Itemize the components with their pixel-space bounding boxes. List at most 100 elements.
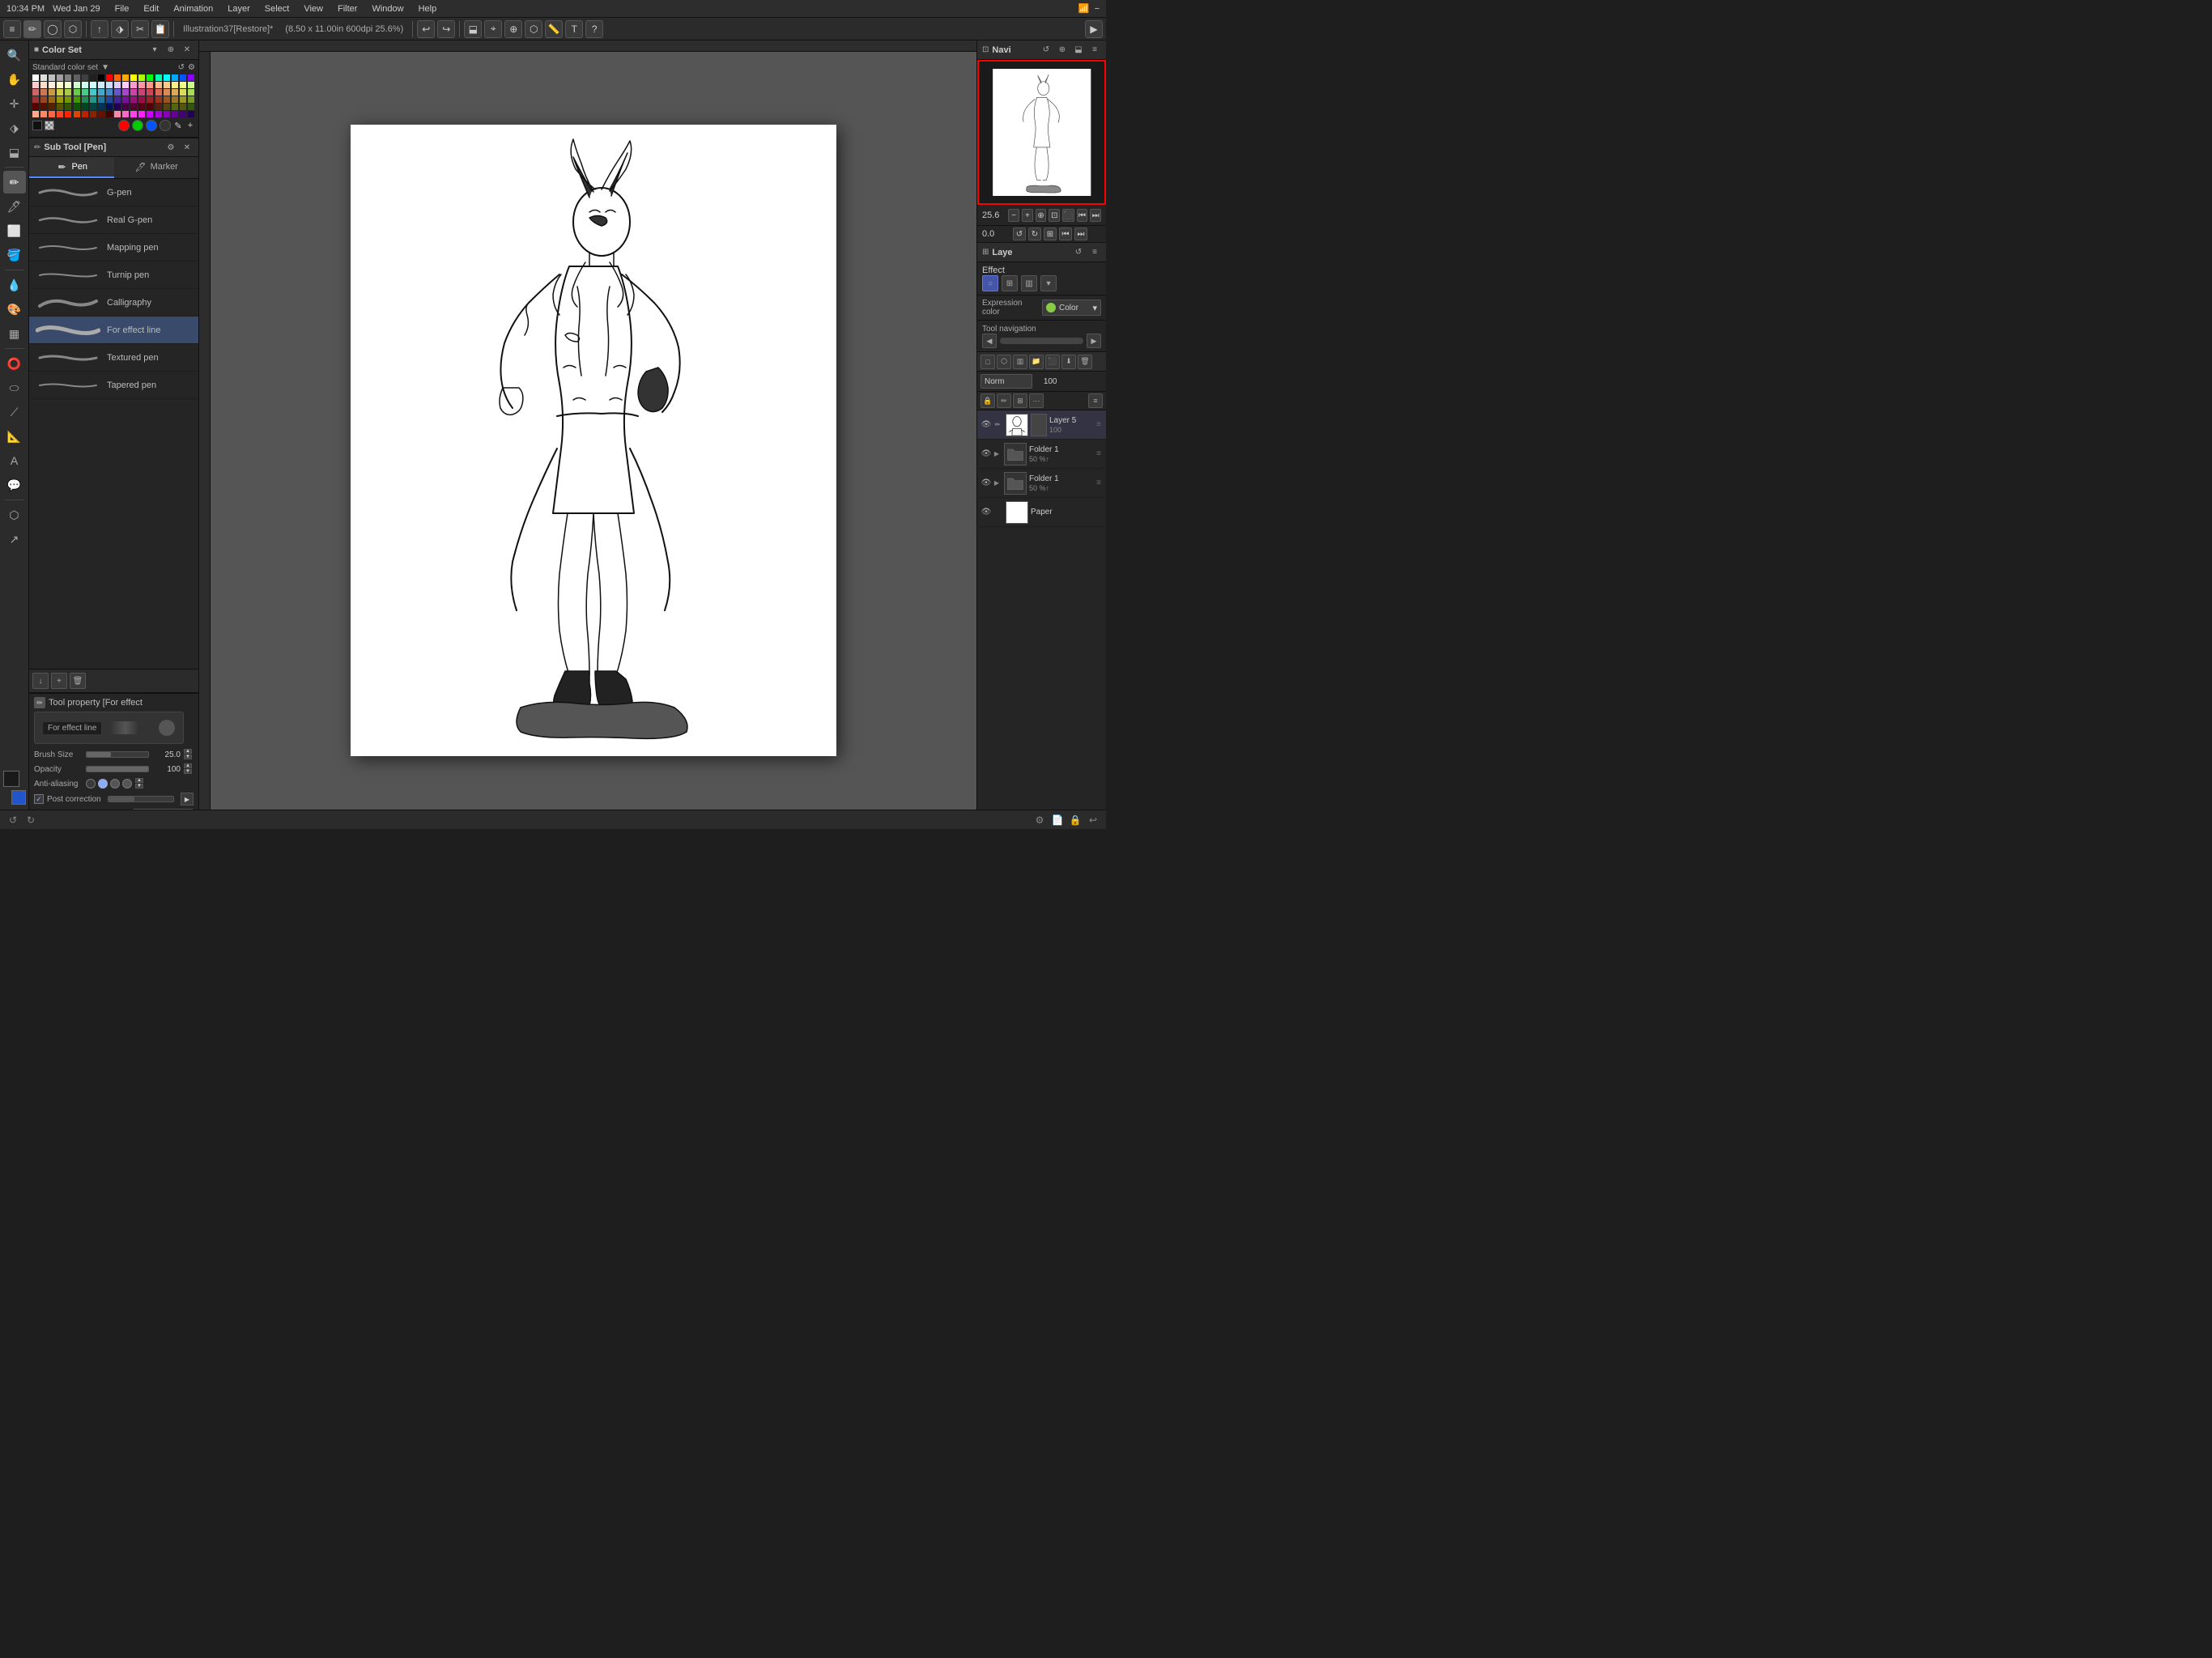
color-set-search-icon[interactable]: ⊕ [164, 44, 177, 57]
toolbar-panel-toggle[interactable]: ▶ [1085, 20, 1103, 38]
menu-edit[interactable]: Edit [137, 2, 165, 15]
color-swatch-78[interactable] [180, 96, 186, 103]
brush-item-turniphen[interactable]: Turnip pen [29, 261, 198, 289]
color-swatch-20[interactable] [32, 82, 39, 88]
color-swatch-68[interactable] [98, 96, 104, 103]
folder1b-opts[interactable]: ≡ [1095, 478, 1103, 489]
color-swatch-84[interactable] [65, 104, 71, 110]
tab-marker[interactable]: 🖊 Marker [114, 157, 199, 178]
palette-settings-icon[interactable]: ⚙ [188, 63, 195, 72]
color-swatch-81[interactable] [40, 104, 47, 110]
tool-arrow[interactable]: ↗ [3, 528, 26, 551]
zoom-next-btn[interactable]: ⏭ [1090, 209, 1101, 222]
toolbar-help-btn[interactable]: ? [585, 20, 603, 38]
color-swatch-82[interactable] [49, 104, 55, 110]
toolbar-fill-btn[interactable]: ⬡ [525, 20, 542, 38]
color-swatch-55[interactable] [155, 89, 162, 96]
color-swatch-112[interactable] [130, 111, 137, 117]
palette-dropdown-icon[interactable]: ▼ [101, 63, 109, 72]
color-swatch-48[interactable] [98, 89, 104, 96]
flip-h-btn[interactable]: ⏮ [1059, 227, 1072, 240]
opacity-slider[interactable] [86, 766, 149, 772]
color-swatch-60[interactable] [32, 96, 39, 103]
tool-move[interactable]: ✛ [3, 92, 26, 115]
brush-act-save[interactable]: ↓ [32, 673, 49, 689]
color-swatch-13[interactable] [138, 74, 145, 81]
menu-animation[interactable]: Animation [167, 2, 219, 15]
foreground-color[interactable] [3, 771, 19, 787]
brush-item-taperedpen[interactable]: Tapered pen [29, 372, 198, 399]
layer-action-more[interactable]: ⋯ [1029, 393, 1044, 408]
color-swatch-70[interactable] [114, 96, 121, 103]
layer-action-pen[interactable]: ✏ [997, 393, 1011, 408]
expr-color-dropdown[interactable]: Color ▾ [1042, 300, 1101, 316]
color-swatch-19[interactable] [188, 74, 194, 81]
layer-action-settings[interactable]: ≡ [1088, 393, 1103, 408]
layer-new-fill-btn[interactable]: ▥ [1013, 355, 1027, 369]
color-swatch-103[interactable] [57, 111, 63, 117]
color-swatch-39[interactable] [188, 82, 194, 88]
tool-3d[interactable]: ⬡ [3, 504, 26, 526]
menu-filter[interactable]: Filter [331, 2, 364, 15]
color-swatch-96[interactable] [164, 104, 170, 110]
menu-file[interactable]: File [108, 2, 136, 15]
color-swatch-28[interactable] [98, 82, 104, 88]
tool-lasso[interactable]: ⭕ [3, 352, 26, 375]
layer5-opts[interactable]: ≡ [1095, 419, 1103, 431]
color-swatch-89[interactable] [106, 104, 113, 110]
color-swatch-85[interactable] [74, 104, 80, 110]
post-correction-arrow[interactable]: ▶ [181, 793, 194, 806]
color-swatch-45[interactable] [74, 89, 80, 96]
color-swatch-95[interactable] [155, 104, 162, 110]
circle-color-1[interactable] [118, 120, 130, 131]
color-swatch-75[interactable] [155, 96, 162, 103]
color-swatch-97[interactable] [172, 104, 178, 110]
rotate-ccw-btn[interactable]: ↺ [1013, 227, 1026, 240]
tool-oval[interactable]: ⬭ [3, 376, 26, 399]
color-swatch-72[interactable] [130, 96, 137, 103]
color-swatch-29[interactable] [106, 82, 113, 88]
color-swatch-88[interactable] [98, 104, 104, 110]
tool-hand[interactable]: ✋ [3, 68, 26, 91]
color-swatch-37[interactable] [172, 82, 178, 88]
color-swatch-17[interactable] [172, 74, 178, 81]
color-swatch-24[interactable] [65, 82, 71, 88]
tool-pen[interactable]: ✏ [3, 171, 26, 193]
color-swatch-36[interactable] [164, 82, 170, 88]
layer-item-folder1a[interactable]: 👁 ▶ Folder 1 50 %↑ ≡ [977, 440, 1106, 469]
brush-item-gpen[interactable]: G-pen [29, 179, 198, 206]
layer-item-paper[interactable]: 👁 Paper [977, 498, 1106, 527]
color-swatch-32[interactable] [130, 82, 137, 88]
toolbar-menu-btn[interactable]: ≡ [3, 20, 21, 38]
background-color[interactable] [11, 790, 26, 805]
brush-item-mappingpen[interactable]: Mapping pen [29, 234, 198, 261]
color-swatch-114[interactable] [147, 111, 153, 117]
color-swatch-56[interactable] [164, 89, 170, 96]
palette-refresh-icon[interactable]: ↺ [178, 63, 185, 72]
tool-select[interactable]: ⬓ [3, 141, 26, 164]
color-swatch-2[interactable] [49, 74, 55, 81]
folder1a-expand-btn[interactable]: ▶ [992, 449, 1002, 459]
aa-down[interactable]: ▼ [135, 784, 143, 789]
color-swatch-110[interactable] [114, 111, 121, 117]
color-swatch-0[interactable] [32, 74, 39, 81]
color-swatch-16[interactable] [164, 74, 170, 81]
color-swatch-46[interactable] [82, 89, 88, 96]
brush-item-texturedpen[interactable]: Textured pen [29, 344, 198, 372]
color-swatch-111[interactable] [122, 111, 129, 117]
toolbar-paste-btn[interactable]: 📋 [151, 20, 169, 38]
bb-back-icon[interactable]: ↩ [1087, 814, 1100, 827]
color-swatch-79[interactable] [188, 96, 194, 103]
color-swatch-94[interactable] [147, 104, 153, 110]
toolbar-shape-btn[interactable]: ◯ [44, 20, 62, 38]
tool-speech[interactable]: 💬 [3, 474, 26, 496]
layer-item-layer5[interactable]: 👁 ✏ Layer 5 100 ≡ [977, 410, 1106, 440]
tool-transform[interactable]: ⬗ [3, 117, 26, 139]
nav-icon-1[interactable]: ↺ [1040, 44, 1053, 57]
opacity-spinner[interactable]: ▲ ▼ [184, 763, 194, 775]
toolbar-transform2-btn[interactable]: ⬓ [464, 20, 482, 38]
zoom-in-btn[interactable]: + [1022, 209, 1033, 222]
aa-dot-0[interactable] [86, 779, 96, 789]
color-swatch-106[interactable] [82, 111, 88, 117]
folder1a-visibility-btn[interactable]: 👁 [981, 449, 992, 460]
